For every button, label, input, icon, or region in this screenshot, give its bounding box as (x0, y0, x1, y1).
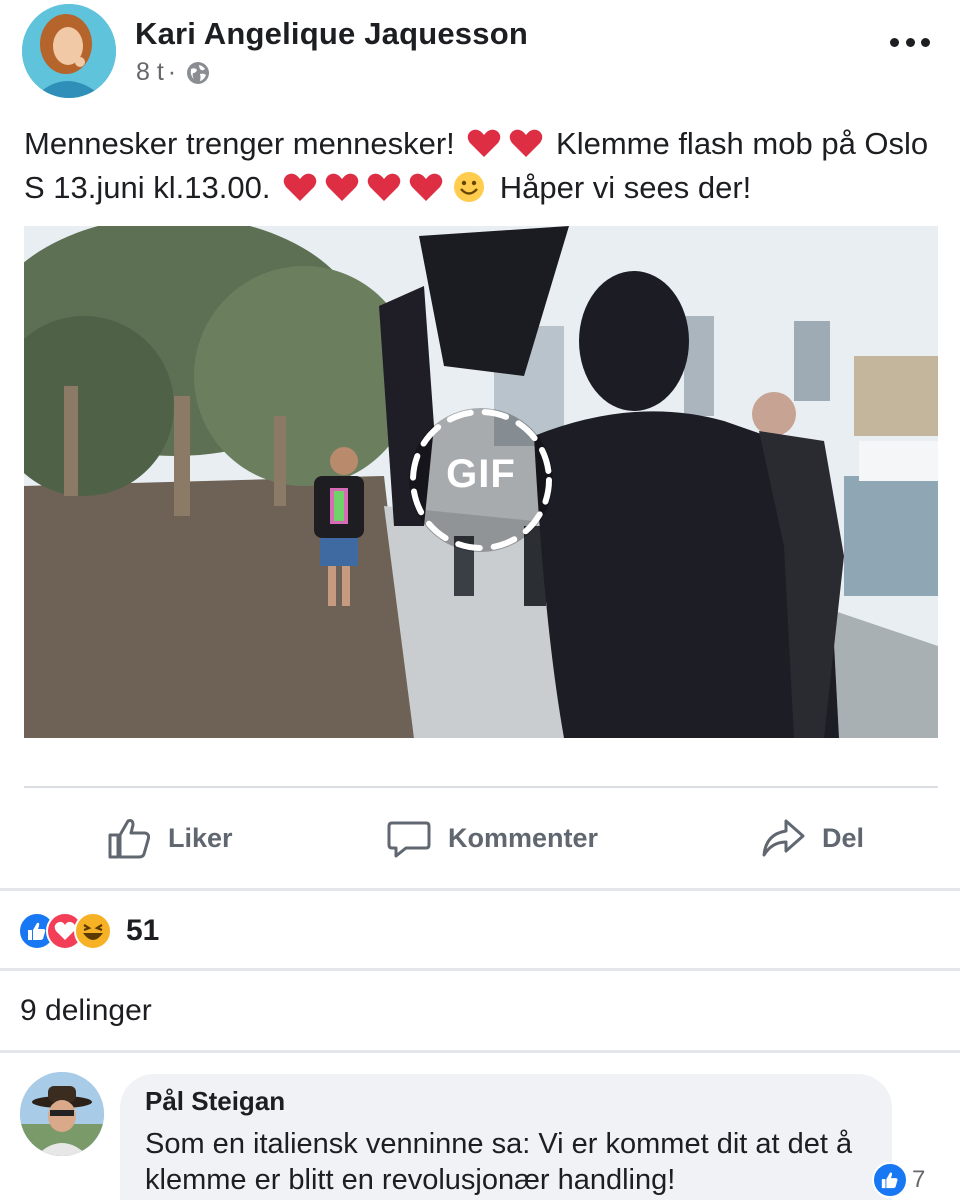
gif-label[interactable]: GIF (405, 452, 557, 497)
heart-emoji-icon (283, 173, 317, 201)
divider (0, 888, 960, 891)
heart-emoji-icon (325, 173, 359, 201)
author-name[interactable]: Kari Angelique Jaquesson (135, 16, 528, 52)
haha-reaction-icon (74, 912, 112, 950)
share-count[interactable]: 9 delinger (20, 994, 152, 1028)
comment-author[interactable]: Pål Steigan (145, 1086, 285, 1117)
dot-icon (905, 37, 915, 47)
post-meta: 8 t · (136, 58, 210, 87)
heart-emoji-icon (367, 173, 401, 201)
post-text-part3: Håper vi sees der! (499, 170, 752, 205)
smiley-emoji-icon (454, 172, 485, 202)
comment-text: Som en italiensk venninne sa: Vi er komm… (145, 1128, 853, 1196)
share-label: Del (822, 822, 865, 853)
like-label: Liker (168, 822, 233, 853)
thumbs-up-icon (108, 819, 151, 859)
globe-icon (187, 61, 210, 84)
author-avatar[interactable] (22, 4, 116, 98)
post-text: Mennesker trenger mennesker! Klemme flas… (24, 122, 944, 210)
like-reaction-icon (872, 1162, 908, 1198)
heart-emoji-icon (510, 129, 543, 157)
reaction-count: 51 (126, 914, 160, 947)
comment-button[interactable]: Kommenter (386, 812, 598, 864)
post-time[interactable]: 8 t (136, 58, 164, 87)
comment-reaction-count: 7 (912, 1166, 926, 1193)
speech-bubble-icon (387, 821, 431, 858)
share-arrow-icon (762, 819, 805, 857)
divider (0, 1050, 960, 1053)
share-button[interactable]: Del (760, 812, 864, 864)
dot-icon (890, 37, 899, 47)
reactions-summary[interactable]: 51 (18, 910, 159, 952)
divider (0, 968, 960, 971)
commenter-avatar[interactable] (20, 1072, 104, 1156)
comment-reactions[interactable]: 7 (872, 1162, 925, 1198)
like-button[interactable]: Liker (106, 812, 233, 864)
heart-emoji-icon (468, 129, 501, 157)
more-options-button[interactable] (890, 30, 930, 54)
dot-icon (921, 37, 930, 47)
divider (24, 786, 938, 788)
comment-label: Kommenter (448, 822, 599, 853)
post-text-part1: Mennesker trenger mennesker! (24, 126, 455, 161)
meta-separator: · (167, 58, 177, 86)
heart-emoji-icon (409, 173, 443, 201)
